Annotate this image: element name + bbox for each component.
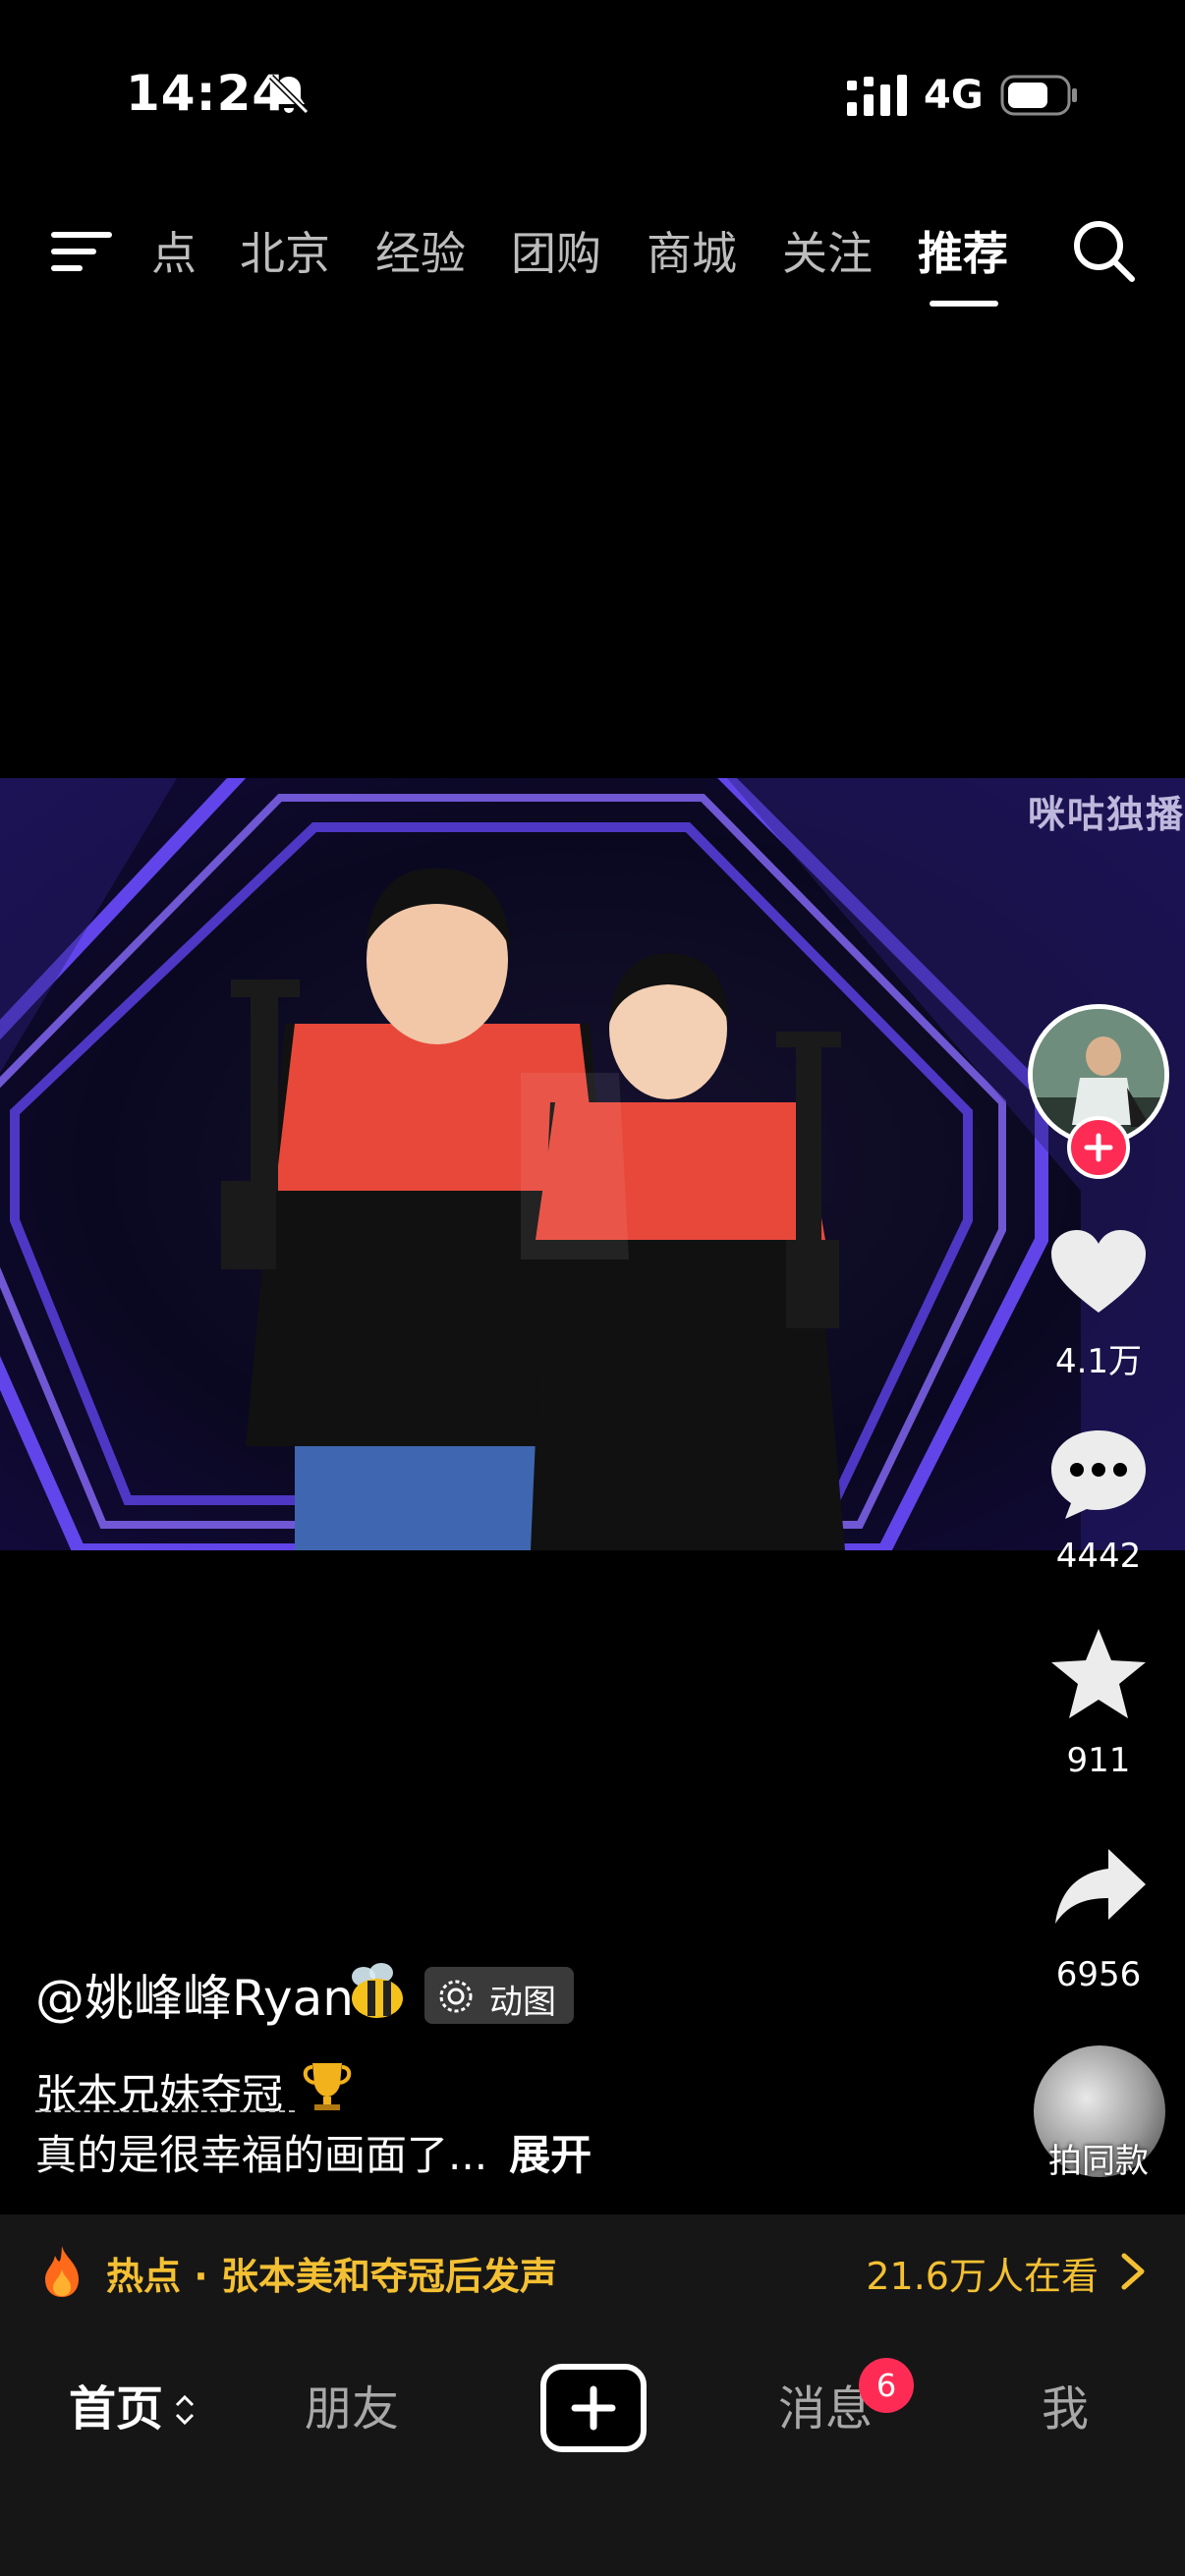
tab-experience[interactable]: 经验 xyxy=(375,218,466,283)
tab-following[interactable]: 关注 xyxy=(782,218,873,283)
tab-recommended[interactable]: 推荐 xyxy=(918,218,1008,283)
chevron-right-icon xyxy=(1121,2253,1145,2290)
status-time: 14:24 xyxy=(126,65,288,122)
follow-button[interactable] xyxy=(1067,1116,1130,1179)
plus-icon xyxy=(571,2385,616,2431)
author-name[interactable]: @姚峰峰Ryan xyxy=(35,1959,354,2030)
like-count: 4.1万 xyxy=(1054,1342,1143,1381)
video-player[interactable]: 咪咕独播 xyxy=(0,778,1185,1550)
nav-friends[interactable]: 朋友 xyxy=(305,2370,399,2438)
hot-topic-bar[interactable]: 热点 · 张本美和夺冠后发声 21.6万人在看 xyxy=(0,2214,1185,2330)
network-type: 4G xyxy=(924,73,984,118)
hot-topic-text: 热点 · 张本美和夺冠后发声 xyxy=(106,2255,557,2298)
share-icon[interactable] xyxy=(1053,1847,1148,1926)
star-icon[interactable] xyxy=(1049,1627,1148,1721)
menu-icon[interactable] xyxy=(51,228,112,275)
tab-nearby[interactable]: 点 xyxy=(151,218,197,283)
nav-home[interactable]: 首页 xyxy=(69,2370,163,2438)
search-icon[interactable] xyxy=(1069,216,1138,285)
trophy-emoji-icon xyxy=(303,2063,352,2110)
bell-muted-icon xyxy=(268,74,310,115)
message-badge: 6 xyxy=(859,2358,914,2413)
dynamic-image-chip[interactable]: 动图 xyxy=(424,1967,574,2024)
comment-icon[interactable] xyxy=(1049,1427,1148,1521)
swap-icon[interactable] xyxy=(173,2393,197,2427)
share-count: 6956 xyxy=(1055,1955,1142,1994)
video-frame-illustration xyxy=(0,778,1185,1550)
battery-icon xyxy=(1000,75,1077,116)
dynamic-image-icon xyxy=(439,1980,473,2013)
tab-mall[interactable]: 商城 xyxy=(647,218,737,283)
favorite-count: 911 xyxy=(1066,1741,1131,1780)
video-watermark: 咪咕独播 xyxy=(1027,793,1185,836)
flame-icon xyxy=(45,2246,79,2297)
hot-topic-watching: 21.6万人在看 xyxy=(866,2255,1099,2298)
top-nav: 点 北京 经验 团购 商城 关注 推荐 xyxy=(0,196,1185,314)
same-style-label[interactable]: 拍同款 xyxy=(1020,2134,1177,2182)
description-text: 真的是很幸福的画面了... xyxy=(35,2131,488,2179)
active-tab-indicator xyxy=(930,301,998,307)
title-underline xyxy=(35,2110,295,2112)
video-description: 真的是很幸福的画面了... 展开 xyxy=(35,2122,592,2182)
comment-count: 4442 xyxy=(1055,1537,1142,1576)
bottom-nav: 首页 朋友 消息 6 我 xyxy=(0,2330,1185,2576)
signal-icon xyxy=(847,75,907,116)
tab-group-buy[interactable]: 团购 xyxy=(511,218,601,283)
create-button[interactable] xyxy=(540,2364,647,2452)
nav-me[interactable]: 我 xyxy=(1042,2370,1089,2438)
bee-emoji-icon xyxy=(352,1963,403,2018)
tab-beijing[interactable]: 北京 xyxy=(240,218,330,283)
expand-button[interactable]: 展开 xyxy=(509,2131,592,2179)
heart-icon[interactable] xyxy=(1049,1228,1148,1315)
status-bar: 14:24 4G xyxy=(0,0,1185,196)
dynamic-image-label: 动图 xyxy=(489,1983,556,2022)
